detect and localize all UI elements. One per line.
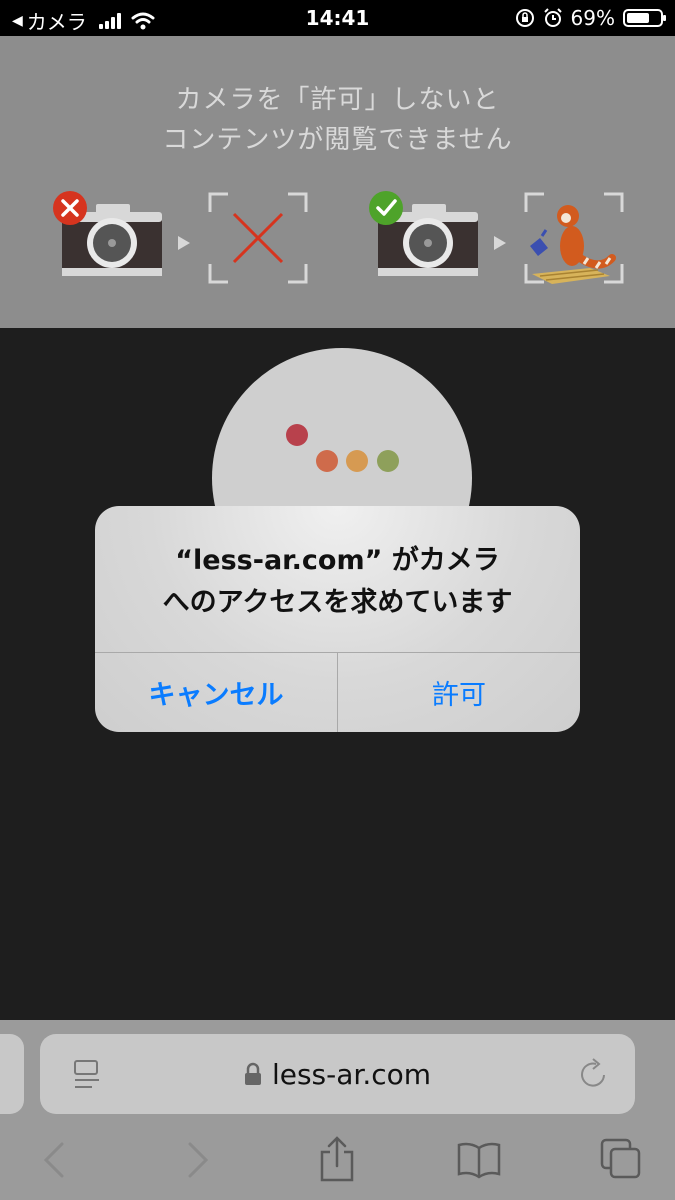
arrow-right-icon bbox=[178, 236, 190, 250]
back-chevron-icon[interactable] bbox=[40, 1138, 68, 1182]
rotation-lock-icon bbox=[515, 9, 534, 27]
arrow-right-icon bbox=[494, 236, 506, 250]
url-display[interactable]: less-ar.com bbox=[40, 1058, 635, 1091]
cancel-button[interactable]: キャンセル bbox=[95, 653, 337, 732]
allow-button[interactable]: 許可 bbox=[338, 653, 580, 732]
browser-toolbar: less-ar.com bbox=[0, 1020, 675, 1200]
camera-permission-alert: “less-ar.com” がカメラ へのアクセスを求めています キャンセル 許… bbox=[95, 506, 580, 732]
battery-icon bbox=[623, 9, 666, 27]
allowed-check-icon bbox=[369, 191, 403, 225]
alert-message: “less-ar.com” がカメラ へのアクセスを求めています bbox=[95, 540, 580, 624]
battery-fill bbox=[627, 13, 649, 23]
share-icon[interactable] bbox=[318, 1136, 356, 1184]
banner-illustration bbox=[53, 191, 624, 284]
alert-message-line-2: へのアクセスを求めています bbox=[162, 587, 513, 618]
cross-icon bbox=[232, 212, 284, 264]
loading-dot bbox=[286, 424, 308, 446]
loading-dot bbox=[316, 450, 338, 472]
status-bar: ◀ カメラ 14:41 69% bbox=[0, 0, 675, 36]
loading-dot bbox=[346, 450, 368, 472]
loading-dot bbox=[377, 450, 399, 472]
tabs-icon[interactable] bbox=[600, 1138, 642, 1180]
lock-icon bbox=[244, 1062, 261, 1085]
reload-icon[interactable] bbox=[579, 1058, 609, 1090]
bookmarks-icon[interactable] bbox=[456, 1140, 502, 1180]
battery-percent: 69% bbox=[570, 6, 615, 30]
camera-permission-banner: カメラを「許可」しないと コンテンツが閲覧できません bbox=[0, 36, 675, 328]
previous-tab-preview[interactable] bbox=[0, 1034, 24, 1114]
status-right-group: 69% bbox=[515, 6, 666, 30]
alert-message-line-1: “less-ar.com” がカメラ bbox=[175, 545, 500, 576]
red-panda-illustration bbox=[530, 205, 616, 284]
address-bar[interactable]: less-ar.com bbox=[40, 1034, 635, 1114]
alarm-icon bbox=[543, 8, 562, 27]
denied-icon bbox=[53, 191, 87, 225]
url-text: less-ar.com bbox=[271, 1058, 432, 1091]
forward-chevron-icon[interactable] bbox=[184, 1138, 212, 1182]
